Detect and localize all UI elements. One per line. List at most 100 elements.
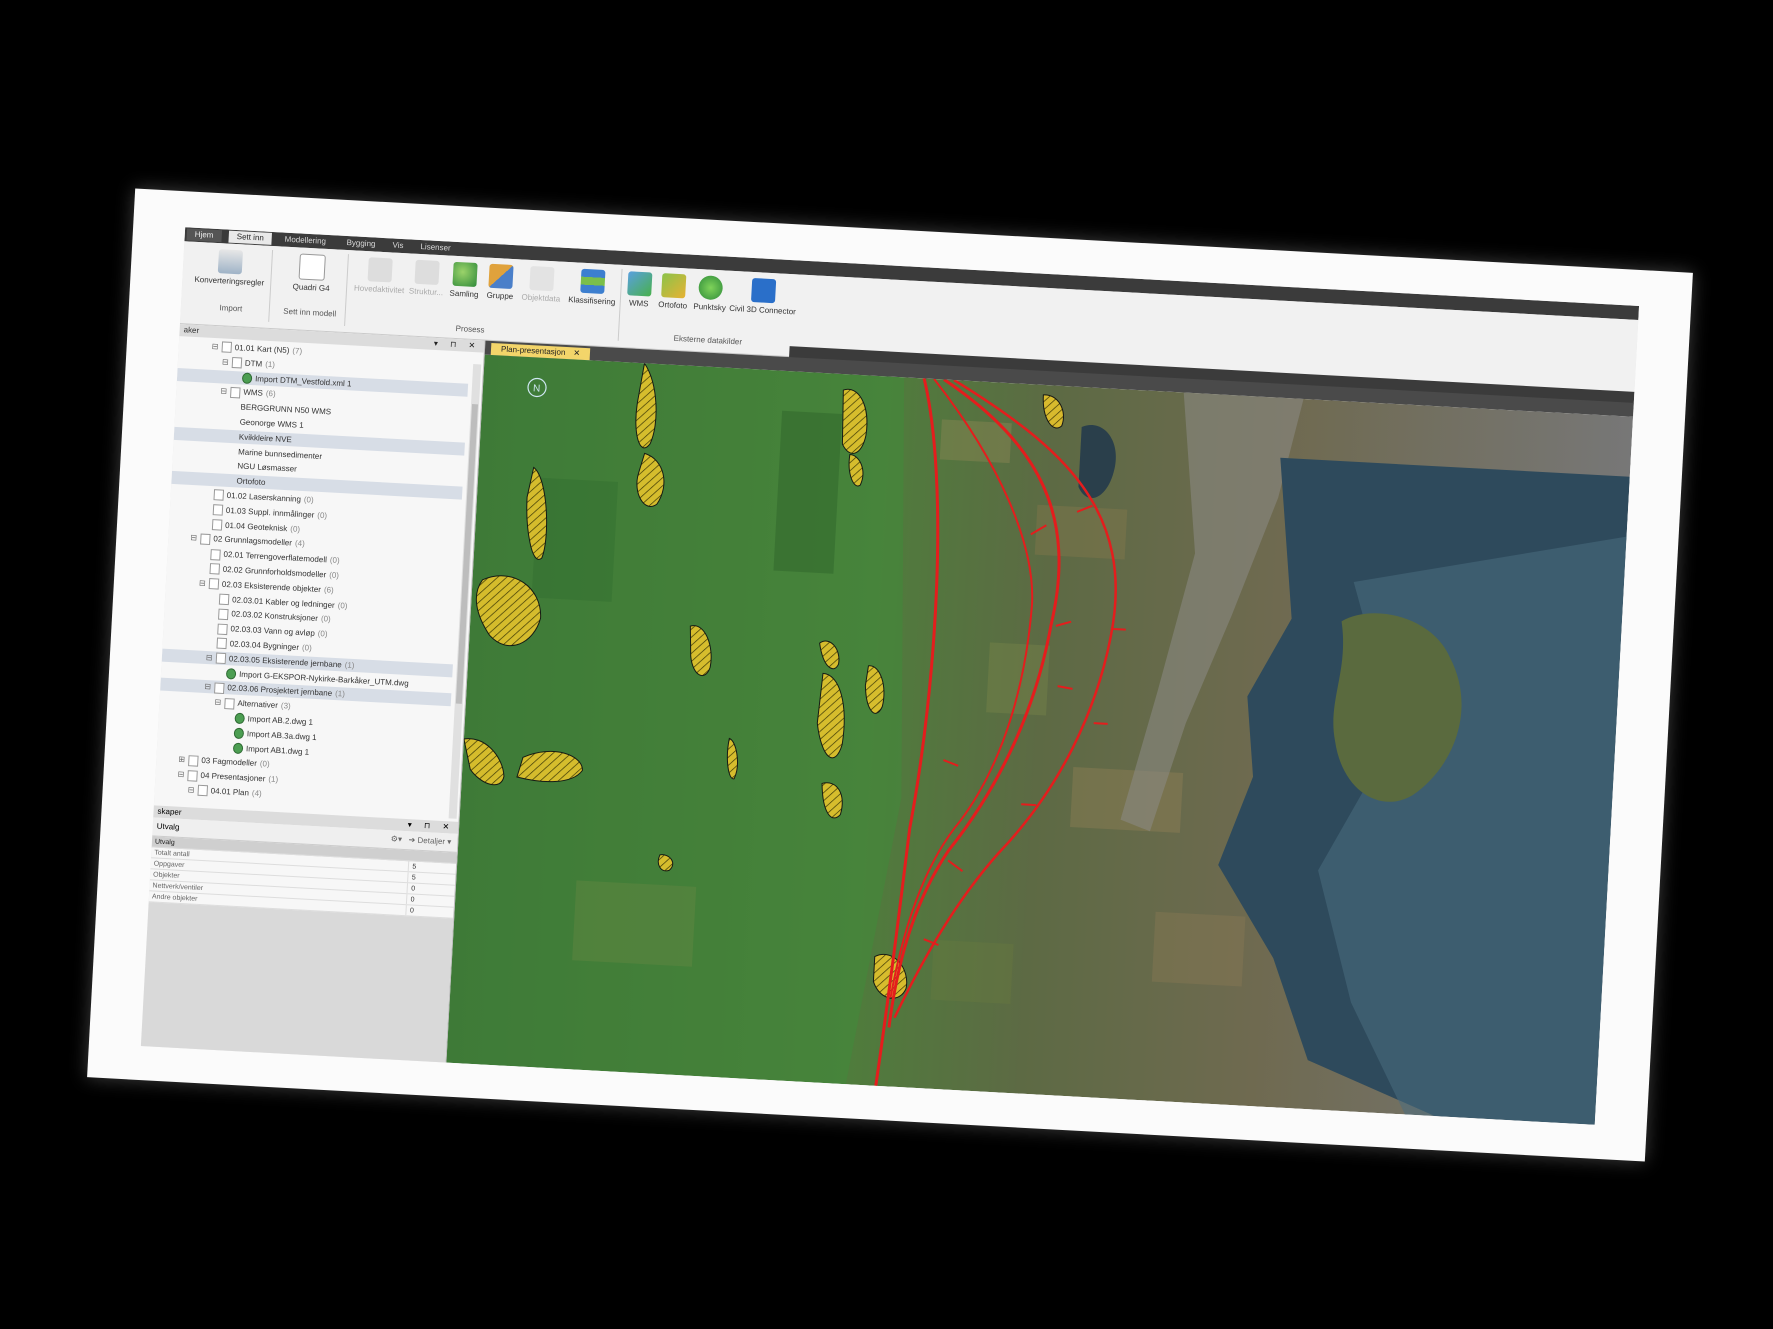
map-viewport[interactable]: N — [446, 354, 1634, 1125]
tree-item-count: (0) — [329, 555, 340, 566]
photo-frame: Hjem Sett inn Modellering Bygging Vis Li… — [87, 188, 1693, 1162]
tree-item-label: 01.04 Geoteknisk — [224, 520, 288, 533]
document-icon — [298, 253, 326, 281]
tree-item-count: (0) — [320, 614, 331, 625]
hovedaktivitet-button[interactable]: Hovedaktivitet — [350, 256, 410, 295]
classification-icon — [580, 268, 606, 294]
tree-item-label: NGU Løsmasser — [237, 461, 298, 475]
punktsky-button[interactable]: Punktsky — [689, 275, 731, 313]
tree-item-count: (0) — [303, 495, 314, 505]
folder-icon — [212, 504, 224, 516]
tree-item-count: (1) — [344, 660, 355, 670]
tree-item-label: 02 Grunnlagsmodeller — [213, 534, 293, 548]
folder-icon — [210, 548, 221, 561]
folder-icon — [211, 519, 223, 531]
tree-item-count: (4) — [251, 788, 262, 799]
quadri-g4-button[interactable]: Quadri G4 — [282, 253, 342, 294]
folder-icon — [218, 593, 230, 606]
close-icon[interactable]: ✕ — [573, 348, 580, 357]
tab-bygging[interactable]: Bygging — [338, 237, 384, 251]
folder-icon — [215, 652, 227, 665]
tab-lisenser[interactable]: Lisenser — [412, 241, 459, 255]
tree-item-label: Import AB.3a.dwg 1 — [246, 729, 317, 742]
tree-item-count: (0) — [337, 600, 348, 611]
tree-item-count: (1) — [264, 359, 276, 370]
tab-hjem[interactable]: Hjem — [186, 228, 222, 243]
tab-sett-inn[interactable]: Sett inn — [228, 230, 273, 245]
folder-icon — [224, 697, 235, 710]
ribbon-group-sett-inn-modell: Sett inn modell — [283, 306, 337, 319]
konverteringsregler-button[interactable]: Konverteringsregler — [194, 248, 266, 288]
tree-item-label: DTM — [244, 358, 263, 369]
civil-3d-connector-button[interactable]: Civil 3D Connector — [727, 277, 799, 317]
tree-item-label: Import AB1.dwg 1 — [245, 743, 310, 757]
tree-item-label: Alternativer — [237, 698, 279, 711]
group-icon — [488, 263, 514, 290]
tab-vis[interactable]: Vis — [384, 239, 412, 252]
objektdata-button[interactable]: Objektdata — [518, 265, 566, 304]
tree-item-count: (0) — [328, 570, 340, 581]
folder-icon — [209, 563, 221, 575]
tree-item-count: (0) — [290, 523, 301, 534]
project-panel: aker ▾ ⊓ ✕ ⊟ 01.01 Kart (N5) (7) ⊟ DTM (1) Imp… — [140, 324, 486, 1119]
properties-panel-title: skaper — [157, 806, 182, 817]
folder-icon — [197, 785, 209, 797]
activity-icon — [367, 257, 393, 283]
tree-item-label: Marine bunnsedimenter — [237, 447, 323, 461]
tree-item-label: 02.03.06 Prosjektert jernbane — [227, 683, 333, 699]
tree-item-label: 01.03 Suppl. innmålinger — [225, 505, 315, 520]
details-button[interactable]: ➔ Detaljer ▾ — [408, 835, 451, 846]
tree-item-count: (6) — [265, 389, 276, 399]
north-label: N — [533, 383, 541, 394]
project-tree: ⊟ 01.01 Kart (N5) (7) ⊟ DTM (1) Import DTM_Ves… — [154, 336, 484, 822]
klassifisering-button[interactable]: Klassifisering — [566, 268, 620, 307]
folder-icon — [218, 608, 229, 620]
wms-button[interactable]: WMS — [622, 271, 658, 309]
import-icon — [234, 713, 245, 725]
collection-icon — [452, 261, 478, 288]
civil3d-icon — [750, 277, 777, 304]
gear-icon[interactable]: ⚙▾ — [391, 834, 403, 844]
folder-icon — [231, 357, 243, 369]
tree-item-label: 01.02 Laserskanning — [226, 490, 302, 504]
folder-icon — [230, 386, 241, 399]
tree-item-label: Import DTM_Vestfold.xml 1 — [254, 373, 352, 389]
application-window: Hjem Sett inn Modellering Bygging Vis Li… — [140, 227, 1640, 1125]
tree-item-label: Ortofoto — [236, 476, 266, 488]
tree-item-label: BERGGRUNN N50 WMS — [240, 402, 332, 417]
tree-item-count: (1) — [334, 689, 346, 699]
tree-item-label: Kvikkleire NVE — [238, 432, 293, 445]
tree-item-count: (0) — [259, 759, 270, 769]
map-canvas[interactable]: N — [446, 354, 1634, 1125]
tree-item-count: (1) — [268, 774, 279, 785]
struktur-button[interactable]: Struktur... — [404, 259, 450, 297]
ortofoto-button[interactable]: Ortofoto — [653, 273, 693, 311]
import-icon — [241, 372, 253, 385]
folder-icon — [187, 769, 198, 782]
ribbon-separator — [268, 249, 274, 322]
pointcloud-icon — [698, 275, 724, 301]
folder-icon — [217, 623, 228, 635]
tree-item-count: (0) — [301, 643, 313, 653]
filter-select[interactable]: Utvalg — [157, 822, 180, 832]
folder-icon — [213, 489, 225, 502]
ribbon-group-eksterne-datakilder: Eksterne datakilder — [673, 333, 743, 347]
gruppe-button[interactable]: Gruppe — [480, 263, 522, 301]
import-icon — [225, 668, 237, 680]
